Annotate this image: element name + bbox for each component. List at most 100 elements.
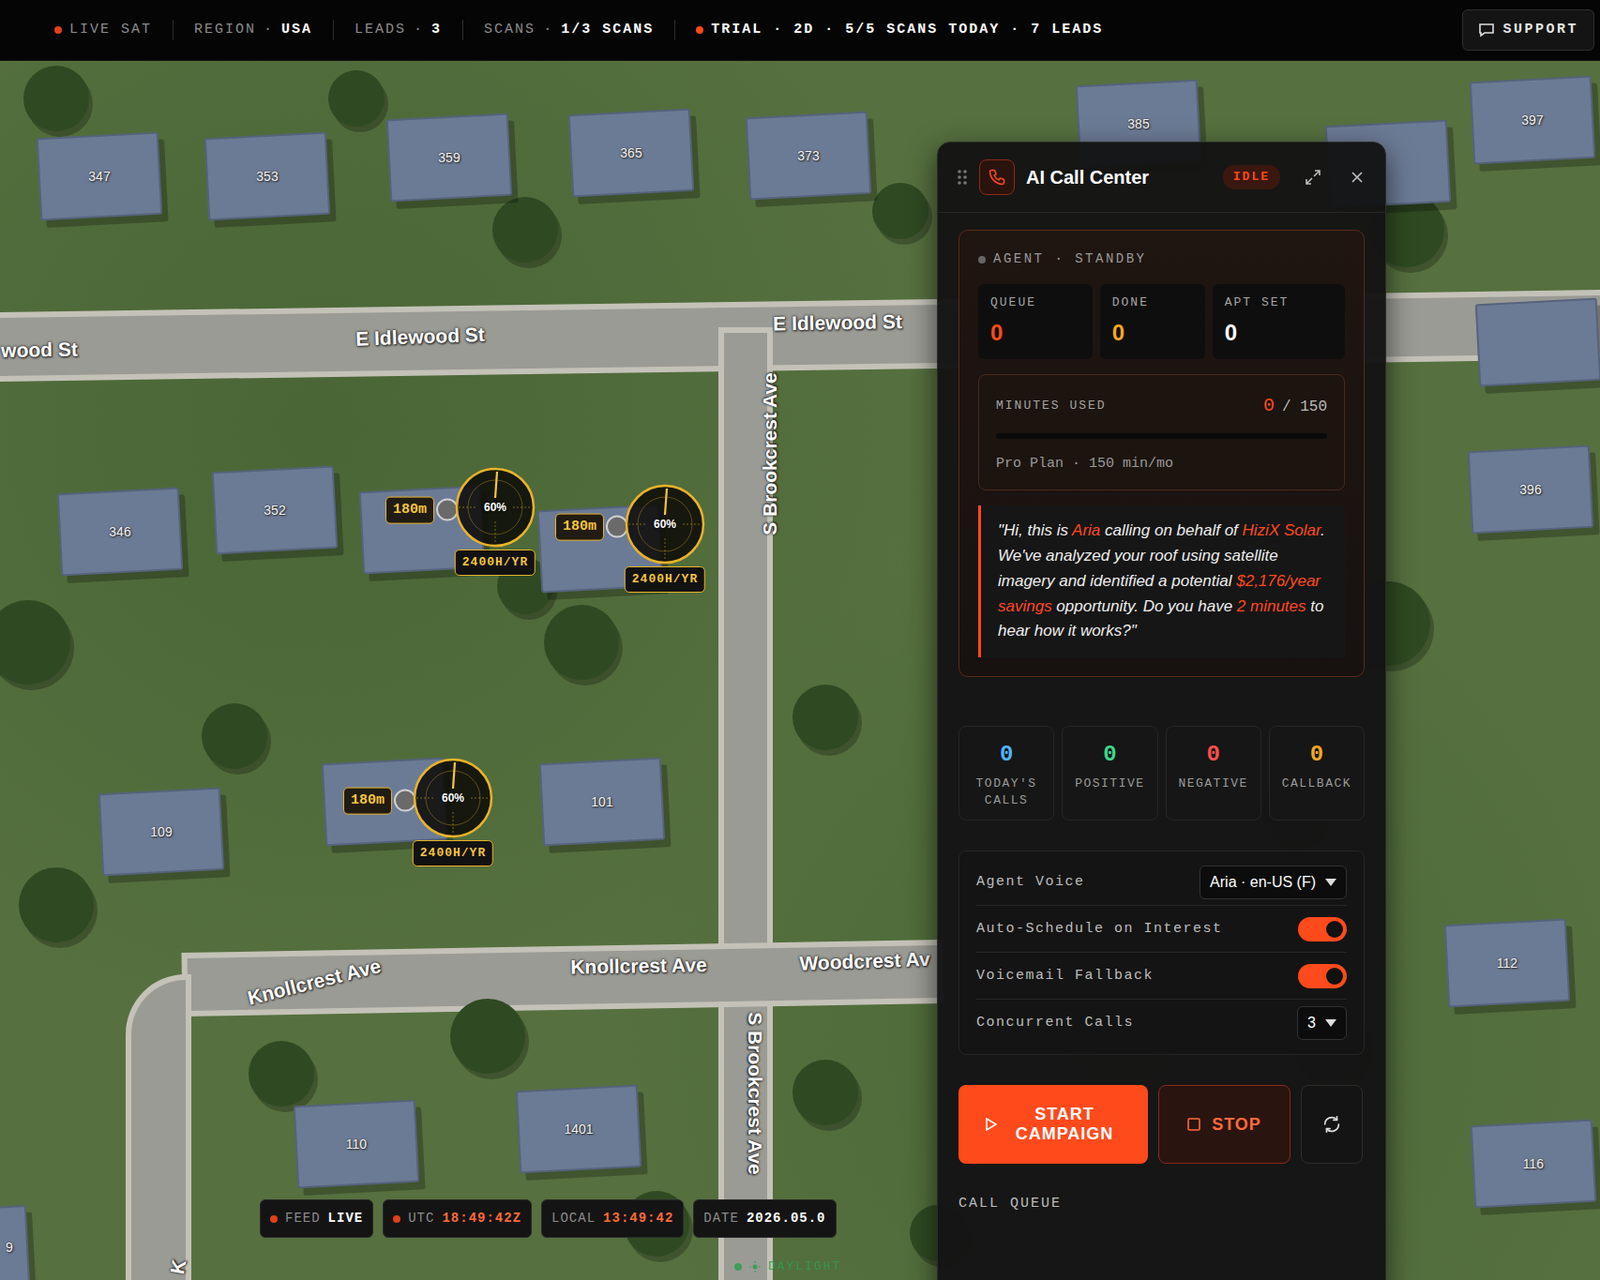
house-number: 116 xyxy=(1523,1154,1544,1175)
counters-row: 0TODAY'S CALLS0POSITIVE0NEGATIVE0CALLBAC… xyxy=(958,725,1365,821)
sun-hours: 2400H/YR xyxy=(454,549,536,576)
panel-header[interactable]: AI Call CenterIDLE xyxy=(937,142,1386,213)
house-roof xyxy=(0,1205,31,1280)
house-number: 110 xyxy=(346,1134,367,1155)
topbar-label: LEADS xyxy=(354,19,407,42)
topbar-item: LIVE SAT xyxy=(33,19,173,42)
house-number: 109 xyxy=(150,822,172,843)
counter-value: 0 xyxy=(1206,738,1220,772)
house-number: 112 xyxy=(1496,953,1518,974)
select-value: 3 xyxy=(1307,1011,1316,1035)
tree xyxy=(0,600,71,685)
drag-handle[interactable] xyxy=(605,515,629,539)
street-label: S Brookcrest Ave xyxy=(739,1011,770,1176)
start-campaign-button[interactable]: START CAMPAIGN xyxy=(958,1085,1148,1164)
gauge-percent: 60% xyxy=(454,498,536,516)
solar-marker[interactable]: 180m60%2400H/YR xyxy=(624,483,706,565)
settings-card: Agent Voice Aria · en-US (F) Auto-Schedule… xyxy=(958,850,1365,1056)
stat-value: 0 xyxy=(1112,316,1193,350)
stat-label: QUEUE xyxy=(990,293,1081,313)
drag-handle[interactable] xyxy=(436,498,459,522)
topbar-value: 1/3 SCANS xyxy=(560,19,654,42)
phone-icon xyxy=(979,159,1015,196)
counter-value: 0 xyxy=(1102,738,1117,772)
setting-label: Agent Voice xyxy=(976,872,1086,894)
house-roof xyxy=(1475,298,1600,388)
counter-box: 0CALLBACK xyxy=(1268,725,1365,821)
chip-label: UTC xyxy=(407,1208,435,1229)
counter-label: NEGATIVE xyxy=(1177,775,1248,793)
chat-icon xyxy=(1478,21,1495,39)
house-number: 101 xyxy=(590,792,613,813)
toggle-knob xyxy=(1326,920,1344,938)
setting-select[interactable]: Aria · en-US (F) xyxy=(1199,865,1347,900)
minutes-label: MINUTES USED xyxy=(996,396,1107,416)
house-number: 352 xyxy=(263,500,286,521)
counter-number: 0 xyxy=(1102,741,1117,768)
stat-label: DONE xyxy=(1112,293,1193,313)
counter-label: CALLBACK xyxy=(1282,775,1352,793)
chip-value: 13:49:42 xyxy=(603,1208,674,1229)
setting-select[interactable]: 3 xyxy=(1297,1006,1347,1041)
roof-area: 180m xyxy=(343,787,417,816)
setting-row: Concurrent Calls 3 xyxy=(976,999,1347,1047)
support-button[interactable]: SUPPORT xyxy=(1462,9,1595,52)
script-segment: "Hi, this is xyxy=(997,521,1072,540)
setting-toggle[interactable] xyxy=(1298,917,1347,942)
setting-label: Concurrent Calls xyxy=(976,1012,1134,1035)
street-label: E Idlewood St xyxy=(355,319,486,354)
tree xyxy=(450,998,526,1074)
call-center-panel[interactable]: AI Call CenterIDLEAGENT · STANDBYQUEUE0D… xyxy=(936,141,1387,1280)
stat-box: DONE 0 xyxy=(1100,284,1206,360)
stop-icon xyxy=(1187,1117,1201,1132)
counter-number: 0 xyxy=(1206,741,1220,768)
live-dot xyxy=(54,26,62,34)
minutes-box: MINUTES USED0/ 150Pro Plan · 150 min/mo xyxy=(978,374,1345,492)
button-row: START CAMPAIGN STOP xyxy=(958,1085,1365,1164)
topbar-separator: · xyxy=(413,19,424,42)
start-label: START CAMPAIGN xyxy=(1008,1104,1121,1146)
minutes-total: / 150 xyxy=(1282,395,1328,419)
counter-label: TODAY'S CALLS xyxy=(963,775,1050,809)
stat-number: 0 xyxy=(1224,319,1238,346)
chip-dot xyxy=(392,1215,401,1223)
status-chip: LOCAL13:49:42 xyxy=(541,1199,684,1238)
topbar-label: LIVE SAT xyxy=(69,19,152,42)
setting-toggle[interactable] xyxy=(1298,964,1347,989)
street-label: Knollcrest Ave xyxy=(570,950,708,982)
street-label: wood St xyxy=(0,334,78,366)
daylight-label: DAYLIGHT xyxy=(768,1257,842,1277)
status-badge: IDLE xyxy=(1222,165,1281,190)
house-number: 346 xyxy=(108,522,131,543)
tree xyxy=(248,1041,315,1107)
roof-area-label: 180m xyxy=(343,787,393,816)
refresh-button[interactable] xyxy=(1300,1085,1363,1164)
expand-icon[interactable] xyxy=(1304,168,1322,186)
panel-body: AGENT · STANDBYQUEUE0DONE0APT SET0MINUTE… xyxy=(937,212,1386,1233)
chip-label: FEED xyxy=(285,1208,321,1229)
satellite-map[interactable]: 3473533593653733853973523463961091011121… xyxy=(0,60,1600,1280)
chip-value: 18:49:42Z xyxy=(441,1208,522,1229)
agent-card: AGENT · STANDBYQUEUE0DONE0APT SET0MINUTE… xyxy=(958,229,1365,678)
stat-value: 0 xyxy=(990,316,1081,350)
setting-label: Auto-Schedule on Interest xyxy=(976,919,1223,941)
status-chip: UTC 18:49:42Z xyxy=(382,1199,532,1238)
daylight-indicator: DAYLIGHT xyxy=(734,1257,842,1277)
street-label: S Brookcrest Ave xyxy=(754,372,785,536)
status-chips: FEEDLIVEUTC18:49:42ZLOCAL13:49:42DATE202… xyxy=(259,1199,837,1238)
solar-marker[interactable]: 180m60%2400H/YR xyxy=(412,757,494,839)
house-number: 353 xyxy=(256,166,278,187)
minutes-track xyxy=(996,433,1328,439)
sun-hours: 2400H/YR xyxy=(412,840,494,867)
topbar-separator: · xyxy=(263,19,274,42)
close-icon[interactable] xyxy=(1349,169,1365,185)
minutes-value: 0/ 150 xyxy=(1263,392,1328,421)
top-bar: LIVE SATREGION·USALEADS·3SCANS·1/3 SCANS… xyxy=(0,0,1600,61)
tree xyxy=(792,684,859,751)
play-icon xyxy=(985,1117,997,1132)
counter-box: 0 NEGATIVE xyxy=(1165,725,1262,821)
drag-handle[interactable] xyxy=(393,789,417,813)
solar-marker[interactable]: 180m60%2400H/YR xyxy=(454,467,536,548)
stop-button[interactable]: STOP xyxy=(1158,1085,1291,1164)
grip-icon xyxy=(956,167,968,187)
